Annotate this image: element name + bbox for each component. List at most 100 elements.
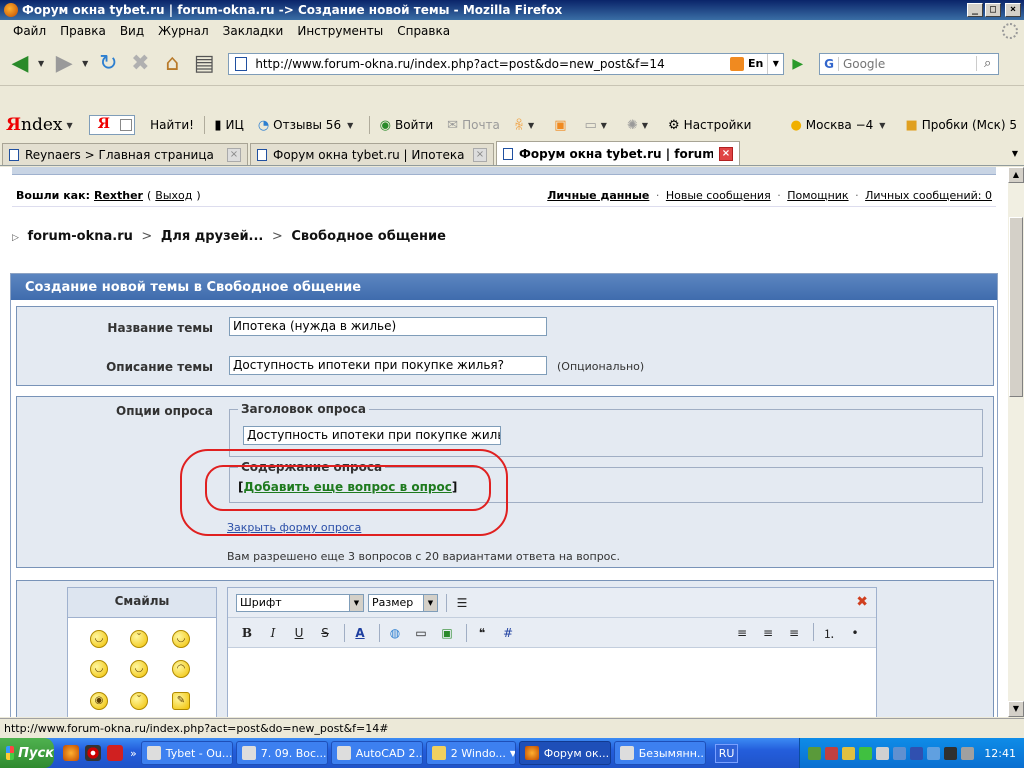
tab-forum-new-topic[interactable]: Форум окна tybet.ru | forum-ok... × (496, 141, 740, 165)
bold-button[interactable]: B (236, 623, 258, 643)
task-firefox-forum[interactable]: Форум ок... (518, 741, 611, 765)
yandex-ic-button[interactable]: ▮ ИЦ (214, 118, 243, 133)
language-badge[interactable]: En (748, 57, 763, 70)
go-arrow-icon[interactable]: ▶ (792, 56, 803, 72)
smiley-huh-icon[interactable]: ˘ (130, 692, 148, 710)
smiley-grin-icon[interactable]: ◡ (90, 660, 108, 678)
tray-app-icon[interactable] (927, 746, 941, 760)
yandex-rss-button[interactable]: ▣ (554, 118, 570, 133)
tray-app-icon[interactable] (944, 746, 958, 760)
search-bar[interactable]: G ⌕ (819, 52, 1000, 75)
url-history-dropdown-icon[interactable]: ▼ (767, 53, 783, 74)
italic-button[interactable]: I (262, 623, 284, 643)
new-messages-link[interactable]: Новые сообщения (666, 189, 771, 202)
insert-email-icon[interactable]: ▭ (410, 623, 432, 643)
insert-image-icon[interactable]: ▣ (436, 623, 458, 643)
helper-link[interactable]: Помощник (787, 189, 848, 202)
scroll-thumb[interactable] (1009, 217, 1023, 397)
back-history-dropdown-icon[interactable]: ▼ (38, 59, 44, 68)
close-tab-icon[interactable]: × (227, 147, 241, 162)
search-magnifier-icon[interactable]: ⌕ (976, 56, 998, 71)
scroll-up-icon[interactable]: ▲ (1008, 167, 1024, 183)
tab-reynaers[interactable]: Reynaers > Главная страница × (2, 143, 248, 165)
home-icon[interactable]: ⌂ (158, 50, 186, 78)
user-profile-link[interactable]: Rexther (94, 189, 143, 202)
tray-arrows-icon[interactable] (876, 746, 890, 760)
tray-check-icon[interactable] (859, 746, 873, 760)
close-editor-icon[interactable]: ✖ (856, 594, 868, 610)
yandex-settings-button[interactable]: ⚙ Настройки (668, 118, 751, 133)
close-tab-icon[interactable]: × (473, 147, 487, 162)
menu-history[interactable]: Журнал (151, 24, 216, 38)
quicklaunch-firefox-icon[interactable] (63, 745, 79, 761)
insert-link-icon[interactable]: ◍ (384, 623, 406, 643)
tray-app-icon[interactable] (825, 746, 839, 760)
print-icon[interactable]: ▤ (190, 50, 218, 78)
smiley-angry-icon[interactable]: ◠ (172, 660, 190, 678)
forward-history-dropdown-icon[interactable]: ▼ (82, 59, 88, 68)
font-select[interactable]: Шрифт ▼ (236, 593, 364, 612)
menu-bookmarks[interactable]: Закладки (216, 24, 291, 38)
size-select[interactable]: Размер ▼ (368, 593, 438, 612)
logout-link[interactable]: Выход (155, 189, 192, 202)
text-color-button[interactable]: A (349, 623, 371, 643)
task-paint-untitled[interactable]: Безымянн... (613, 741, 706, 765)
smiley-smile-icon[interactable]: ◡ (90, 630, 108, 648)
task-tybet[interactable]: Tybet - Ou... (140, 741, 233, 765)
bullet-list-icon[interactable]: • (844, 623, 866, 643)
close-tab-icon[interactable]: × (719, 146, 733, 161)
underline-button[interactable]: U (288, 623, 310, 643)
tray-app-icon[interactable] (910, 746, 924, 760)
tray-app-icon[interactable] (893, 746, 907, 760)
menu-edit[interactable]: Правка (53, 24, 113, 38)
breadcrumb-item-free-talk[interactable]: Свободное общение (291, 229, 446, 244)
smiley-cool-icon[interactable]: ◉ (90, 692, 108, 710)
menu-tools[interactable]: Инструменты (290, 24, 390, 38)
yandex-mail-button[interactable]: ✉ Почта (447, 118, 500, 133)
private-messages-link[interactable]: Личных сообщений: 0 (865, 189, 992, 202)
yandex-gadget-button[interactable]: ✺ ▼ (627, 118, 654, 133)
yandex-search-input[interactable]: Я (88, 115, 136, 135)
language-indicator[interactable]: RU (714, 743, 739, 763)
smiley-happy-icon[interactable]: ◡ (172, 630, 190, 648)
breadcrumb-item-root[interactable]: forum-okna.ru (27, 229, 132, 244)
url-input[interactable]: http://www.forum-okna.ru/index.php?act=p… (255, 57, 730, 71)
quicklaunch-more-icon[interactable]: » (130, 747, 137, 760)
smiley-tongue-icon[interactable]: ◡ (130, 660, 148, 678)
menu-view[interactable]: Вид (113, 24, 151, 38)
quicklaunch-opera-icon[interactable] (85, 745, 101, 761)
tray-app-icon[interactable] (842, 746, 856, 760)
numbered-list-icon[interactable]: ⒈ (818, 623, 840, 643)
menu-file[interactable]: Файл (6, 24, 53, 38)
scroll-down-icon[interactable]: ▼ (1008, 701, 1024, 717)
yandex-input-checkbox[interactable] (120, 119, 133, 131)
task-autocad[interactable]: AutoCAD 2... (330, 741, 423, 765)
address-bar[interactable]: http://www.forum-okna.ru/index.php?act=p… (228, 52, 785, 75)
menu-help[interactable]: Справка (390, 24, 457, 38)
tab-forum-ipoteka[interactable]: Форум окна tybet.ru | Ипотека - for... × (250, 143, 494, 165)
indent-icon[interactable]: ☰ (451, 593, 473, 613)
insert-quote-icon[interactable]: ❝ (471, 623, 493, 643)
align-center-icon[interactable]: ≡ (757, 623, 779, 643)
back-arrow-icon[interactable]: ◀ (6, 50, 34, 78)
post-body-textarea[interactable] (228, 648, 876, 717)
rss-feed-icon[interactable] (729, 56, 744, 71)
start-button[interactable]: Пуск (0, 738, 54, 768)
search-engine-icon[interactable]: G (820, 56, 839, 71)
yandex-menu-dropdown-icon[interactable]: ▼ (66, 121, 72, 130)
personal-data-link[interactable]: Личные данные (547, 189, 649, 202)
tab-list-dropdown-icon[interactable]: ▼ (1012, 149, 1018, 158)
strikethrough-button[interactable]: S (314, 623, 336, 643)
forward-arrow-icon[interactable]: ▶ (50, 50, 78, 78)
align-left-icon[interactable]: ≡ (731, 623, 753, 643)
yandex-folder-button[interactable]: ▭ ▼ (585, 118, 613, 133)
task-document[interactable]: 7. 09. Вос... (235, 741, 328, 765)
page-scrollbar[interactable]: ▲ ▼ (1008, 167, 1024, 717)
insert-code-icon[interactable]: # (497, 623, 519, 643)
quicklaunch-app-icon[interactable] (107, 745, 123, 761)
yandex-money-button[interactable]: ꆜ ▼ (514, 117, 540, 134)
breadcrumb-item-friends[interactable]: Для друзей... (161, 229, 264, 244)
smiley-write-icon[interactable]: ✎ (172, 692, 190, 710)
yandex-login-button[interactable]: ◉ Войти (380, 118, 434, 133)
yandex-weather-button[interactable]: ● Москва −4 ▼ (790, 118, 891, 133)
